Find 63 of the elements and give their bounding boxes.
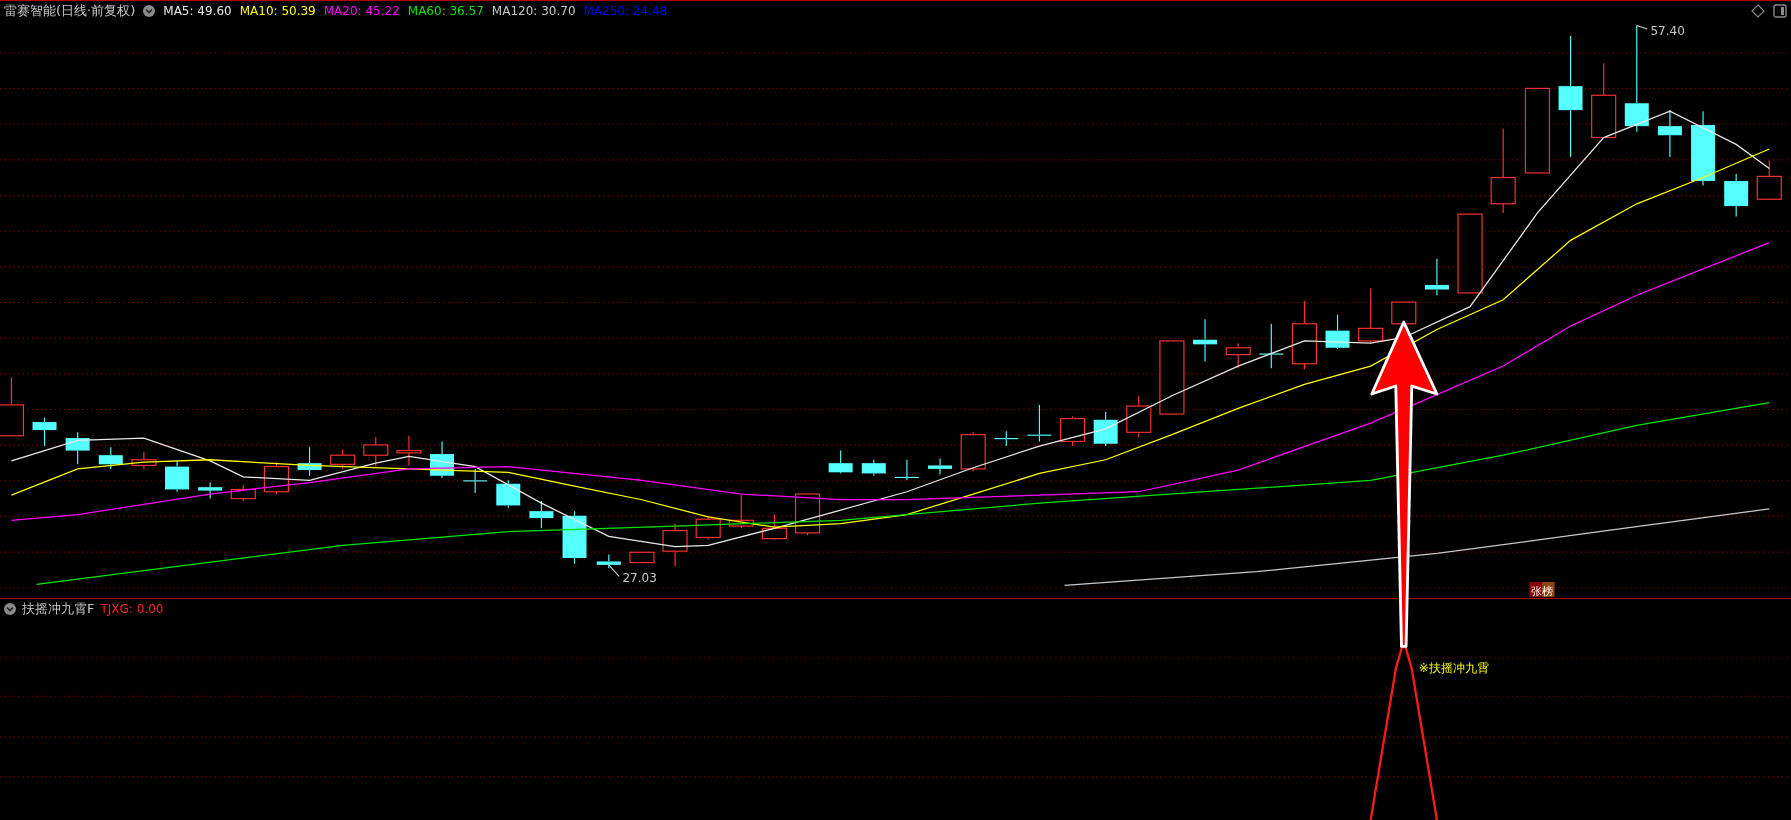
candlestick — [297, 446, 322, 477]
candlestick — [1093, 411, 1118, 447]
candlestick — [1424, 258, 1449, 296]
ma-legend-label: MA60: 36.57 — [407, 4, 484, 18]
candlestick — [1259, 323, 1284, 369]
indicator-reading: TJXG: 0.00 — [100, 601, 164, 616]
leader-line — [608, 564, 620, 577]
candlestick — [396, 435, 422, 467]
candlestick — [795, 493, 821, 536]
dropdown-icon[interactable] — [143, 5, 156, 17]
candlestick — [562, 510, 587, 565]
badge-label: 张榜 — [1529, 582, 1555, 598]
candlestick — [198, 482, 223, 500]
dropdown-icon[interactable] — [4, 602, 16, 615]
candlestick — [994, 430, 1019, 447]
candlestick — [463, 468, 488, 494]
candlestick — [430, 440, 455, 479]
candlestick — [1724, 173, 1749, 217]
candlestick — [928, 458, 953, 476]
candlestick — [596, 554, 621, 569]
candlestick — [1291, 300, 1317, 371]
candlestick — [1756, 159, 1782, 200]
price-label: 27.03 — [622, 571, 657, 585]
ma-legend-label: MA20: 45.22 — [323, 4, 400, 18]
candlestick — [1027, 404, 1052, 443]
candlestick — [1225, 342, 1251, 369]
ma-legend-label: MA5: 49.60 — [163, 4, 232, 18]
diamond-icon[interactable] — [1751, 4, 1765, 18]
ma-legend-label: MA250: 24.48 — [583, 4, 668, 18]
candlestick — [1060, 415, 1086, 447]
ma-legend-label: MA120: 30.70 — [491, 4, 576, 18]
candlestick — [496, 479, 521, 509]
candlestick — [98, 446, 123, 470]
indicator-name: 扶摇冲九霄F — [22, 599, 95, 618]
candlestick — [330, 448, 356, 470]
candlestick — [131, 451, 157, 470]
candlestick — [861, 459, 886, 477]
candlestick — [65, 431, 90, 465]
ma-legend-label: MA10: 50.39 — [239, 4, 316, 18]
candlestick — [894, 459, 919, 481]
leader-line — [1636, 25, 1648, 30]
candlestick — [828, 450, 853, 475]
candlestick — [728, 494, 754, 529]
price-label: 57.40 — [1650, 23, 1685, 38]
candlestick — [1325, 314, 1350, 350]
candlestick — [165, 460, 190, 493]
candlestick — [363, 436, 389, 468]
candlestick — [529, 500, 554, 529]
candlestick — [1193, 318, 1218, 363]
candlestick — [695, 515, 721, 541]
candlestick — [230, 484, 256, 502]
candlestick — [32, 416, 57, 447]
candlestick — [1358, 287, 1384, 344]
candlestick — [1657, 109, 1682, 158]
candlestick — [662, 523, 688, 567]
candlestick — [761, 514, 787, 541]
signal-label: ※扶摇冲九霄 — [1418, 661, 1489, 676]
panel-toggle-icon[interactable] — [1773, 4, 1787, 18]
candlestick — [629, 551, 655, 564]
candlestick — [1391, 301, 1417, 325]
stock-title: 雷赛智能(日线·前复权) — [4, 2, 136, 20]
candlestick — [1126, 395, 1152, 438]
candlestick — [960, 431, 986, 472]
